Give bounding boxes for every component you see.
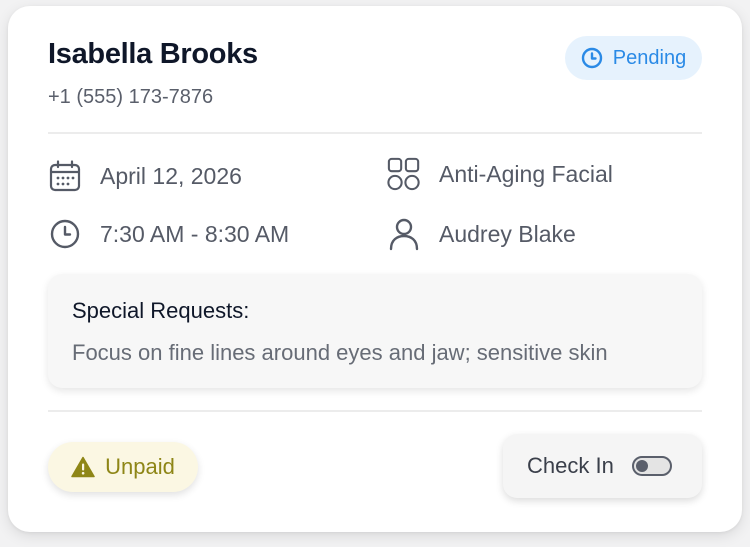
appointment-time: 7:30 AM - 8:30 AM [100,220,290,247]
payment-status-badge: Unpaid [48,442,198,492]
special-requests: Special Requests: Focus on fine lines ar… [48,274,702,388]
client-phone: +1 (555) 173-7876 [48,86,214,108]
status-label: Pending [612,46,687,69]
clock-icon [48,217,82,251]
service-row: Anti-Aging Facial [387,157,613,191]
check-in-toggle[interactable] [631,456,672,476]
payment-status-label: Unpaid [105,454,175,479]
user-icon [387,217,421,251]
appointment-staff: Audrey Blake [439,220,576,247]
client-name: Isabella Brooks [48,38,258,70]
status-badge: Pending [565,36,702,80]
appointment-card: Isabella Brooks +1 (555) 173-7876 Pendin… [8,6,742,532]
appointment-service: Anti-Aging Facial [439,160,613,187]
toggle-knob [635,460,648,472]
special-requests-text: Focus on fine lines around eyes and jaw;… [72,340,608,365]
calendar-icon [48,159,82,193]
divider [48,132,702,134]
special-requests-title: Special Requests: [72,298,250,323]
clock-icon [581,47,603,69]
appointment-date: April 12, 2026 [100,162,242,189]
check-in-button[interactable]: Check In [503,434,702,498]
divider [48,410,702,412]
warning-icon [71,456,95,478]
staff-row: Audrey Blake [387,217,576,251]
check-in-label: Check In [527,453,614,478]
date-row: April 12, 2026 [48,159,242,193]
time-row: 7:30 AM - 8:30 AM [48,217,289,251]
grid-icon [387,157,421,191]
